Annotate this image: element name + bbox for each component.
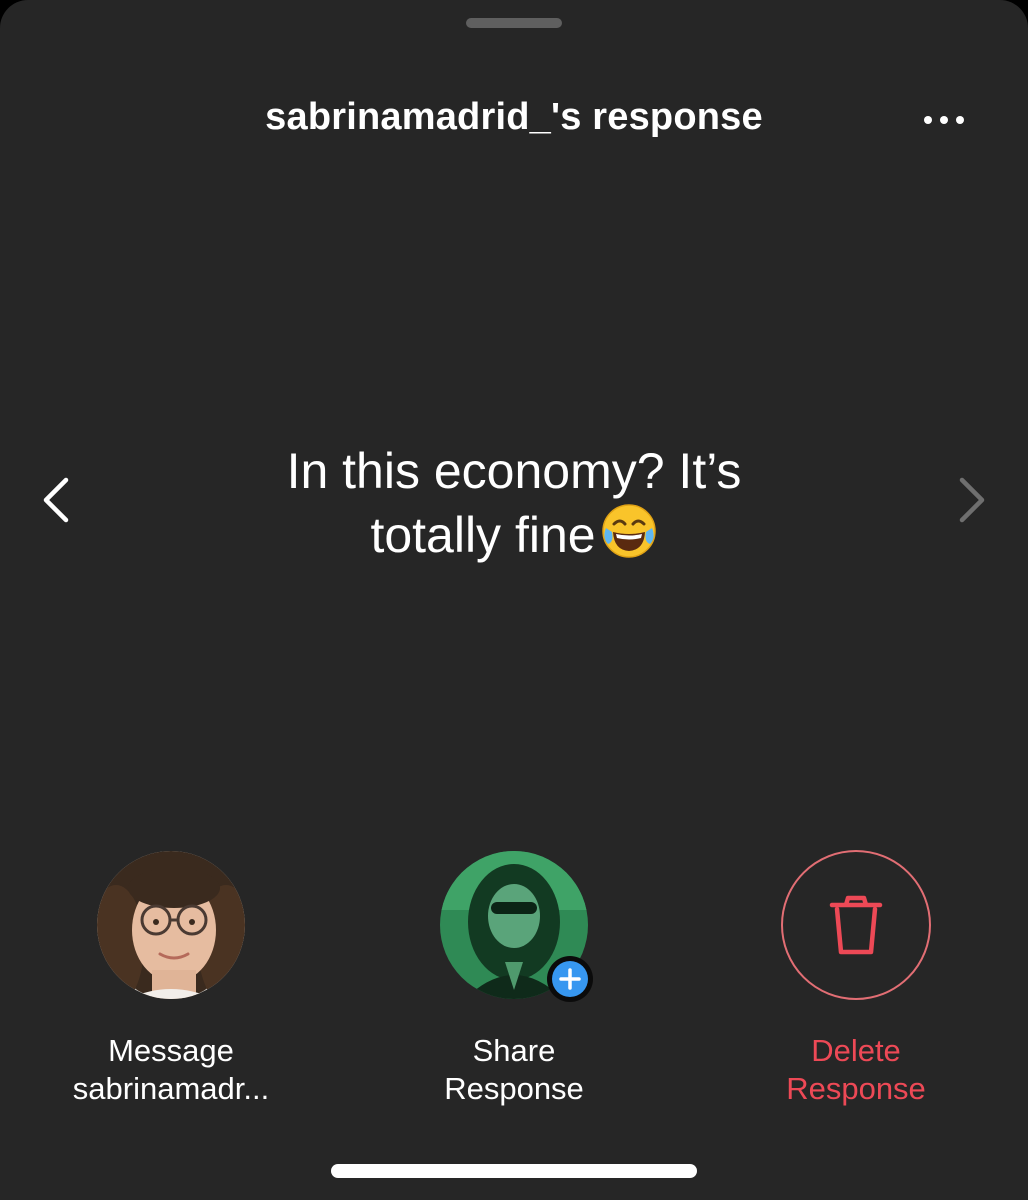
delete-button-label: Delete Response — [716, 1032, 996, 1108]
user-avatar — [96, 850, 246, 1000]
sheet-grabber-handle[interactable] — [466, 18, 562, 28]
response-line-2: totally fine — [200, 502, 828, 574]
chevron-left-icon — [43, 477, 69, 523]
response-sheet: sabrinamadrid_'s response In this econom… — [0, 0, 1028, 1200]
message-label-line-1: Message — [108, 1033, 234, 1068]
add-badge — [547, 956, 593, 1002]
delete-label-line-1: Delete — [811, 1033, 901, 1068]
share-label-line-2: Response — [444, 1071, 584, 1106]
trash-icon — [829, 895, 883, 955]
message-user-button[interactable]: Message sabrinamadr... — [31, 850, 311, 1108]
previous-response-button[interactable] — [26, 470, 86, 530]
delete-response-button[interactable]: Delete Response — [716, 850, 996, 1108]
sheet-title: sabrinamadrid_'s response — [265, 96, 763, 138]
share-response-button[interactable]: Share Response — [374, 850, 654, 1108]
laughing-tears-emoji-icon — [600, 502, 658, 574]
share-label-line-1: Share — [472, 1033, 556, 1068]
delete-label-line-2: Response — [786, 1071, 926, 1106]
plus-icon — [552, 961, 588, 997]
share-button-label: Share Response — [374, 1032, 654, 1108]
response-text: In this economy? It’s totally fine — [200, 440, 828, 574]
response-line-2-text: totally fine — [370, 507, 596, 563]
chevron-right-icon — [959, 477, 985, 523]
more-options-button[interactable] — [914, 104, 974, 136]
more-horizontal-icon — [924, 116, 932, 124]
delete-circle — [781, 850, 931, 1000]
response-line-1: In this economy? It’s — [286, 443, 742, 499]
home-indicator — [331, 1164, 697, 1178]
message-label-line-2: sabrinamadr... — [72, 1071, 270, 1106]
message-button-label: Message sabrinamadr... — [31, 1032, 311, 1108]
next-response-button[interactable] — [942, 470, 1002, 530]
own-avatar — [439, 850, 593, 1002]
